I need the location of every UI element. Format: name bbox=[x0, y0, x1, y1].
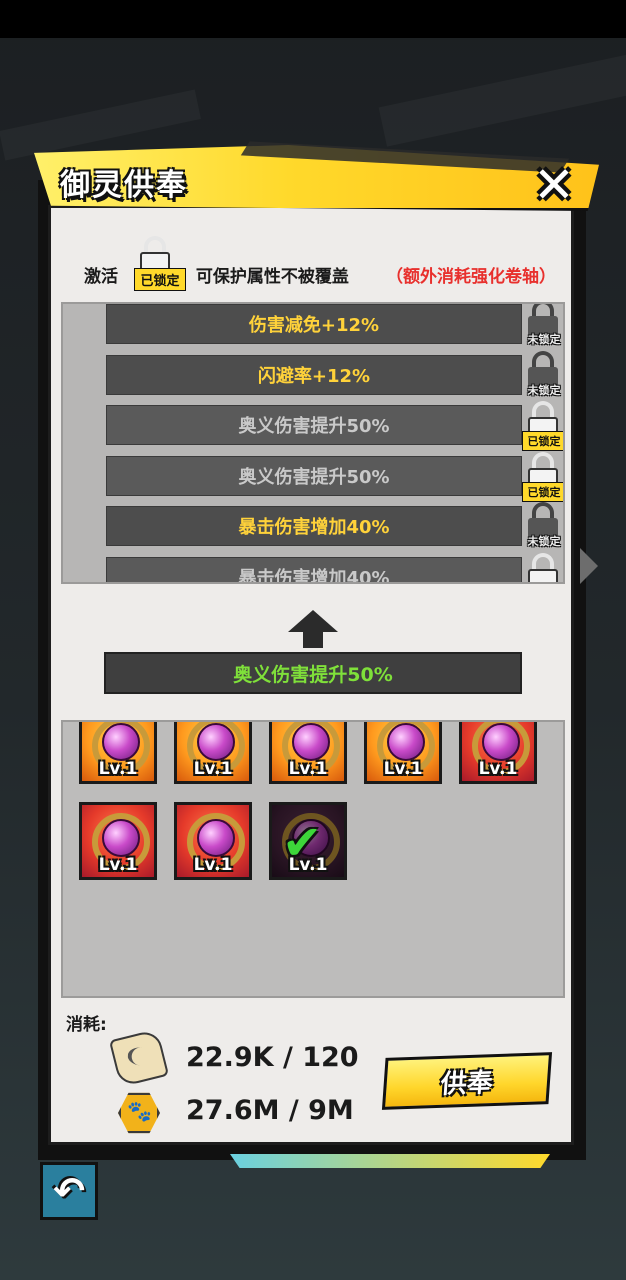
unlocked-lock-icon[interactable]: 未锁定 bbox=[522, 304, 563, 350]
offer-button-label: 供奉 bbox=[439, 1067, 494, 1100]
material-item[interactable]: Lv.1 bbox=[174, 802, 252, 880]
material-item[interactable]: Lv.1 bbox=[459, 722, 537, 784]
gold-cost: 27.6M / 9M bbox=[186, 1095, 354, 1126]
back-button[interactable]: ↶ bbox=[40, 1162, 98, 1220]
footer-stripe bbox=[230, 1154, 550, 1168]
locked-lock-icon[interactable]: 已锁定 bbox=[522, 552, 565, 585]
attribute-list[interactable]: 伤害减免+12% 未锁定 闪避率+12% 未锁定 奥义伤害提升50% 已锁定 奥义伤害提升5… bbox=[61, 302, 565, 584]
item-level: Lv.1 bbox=[288, 759, 328, 779]
attribute-row: 暴击伤害增加40% bbox=[106, 556, 522, 582]
attribute-row: 暴击伤害增加40% bbox=[106, 506, 522, 546]
lock-label: 已锁定 bbox=[522, 583, 565, 585]
offer-button[interactable]: 供奉 bbox=[381, 1052, 553, 1110]
material-item[interactable]: Lv.1 bbox=[269, 722, 347, 784]
locked-lock-icon[interactable]: 已锁定 bbox=[522, 451, 563, 502]
scroll-right-arrow-icon[interactable] bbox=[580, 548, 598, 584]
page-title: 御灵供奉 bbox=[60, 168, 188, 203]
material-item[interactable]: Lv.1 ✔ bbox=[269, 802, 347, 880]
up-arrow-icon bbox=[288, 610, 338, 648]
hint-lock-label: 已锁定 bbox=[134, 268, 186, 291]
paw-glyph-icon: 🐾 bbox=[127, 1099, 152, 1123]
cost-label: 消耗: bbox=[66, 1015, 107, 1035]
result-attribute: 奥义伤害提升50% bbox=[104, 652, 522, 694]
attribute-row: 奥义伤害提升50% bbox=[106, 405, 522, 445]
hint-prefix: 激活 bbox=[84, 267, 118, 287]
lock-label: 已锁定 bbox=[522, 431, 563, 451]
item-level: Lv.1 bbox=[478, 759, 518, 779]
attribute-row: 伤害减免+12% bbox=[106, 304, 522, 344]
attribute-row: 奥义伤害提升50% bbox=[106, 455, 522, 496]
unlocked-lock-icon[interactable]: 未锁定 bbox=[522, 350, 563, 401]
material-item[interactable]: Lv.1 bbox=[79, 802, 157, 880]
hint-middle: 可保护属性不被覆盖 bbox=[195, 267, 349, 287]
background-stripe bbox=[378, 53, 626, 147]
material-item[interactable]: Lv.1 bbox=[174, 722, 252, 784]
material-item[interactable]: Lv.1 bbox=[364, 722, 442, 784]
item-level: Lv.1 bbox=[98, 759, 138, 779]
unlocked-lock-icon[interactable]: 未锁定 bbox=[522, 502, 563, 552]
item-level: Lv.1 bbox=[193, 759, 233, 779]
spirit-orb-icon bbox=[197, 819, 235, 857]
back-arrow-icon: ↶ bbox=[53, 1169, 85, 1213]
close-button[interactable]: ✕ bbox=[528, 160, 580, 210]
spirit-orb-icon bbox=[482, 723, 520, 761]
status-bar bbox=[0, 0, 626, 38]
arrow-head bbox=[288, 610, 338, 632]
spirit-orb-icon bbox=[387, 723, 425, 761]
lock-hint: 激活 可保护属性不被覆盖 bbox=[84, 262, 349, 287]
attribute-row: 闪避率+12% bbox=[106, 354, 522, 395]
spirit-orb-icon bbox=[197, 723, 235, 761]
spirit-orb-icon bbox=[292, 723, 330, 761]
material-grid: Lv.1 Lv.1 Lv.1 Lv.1 Lv.1 Lv.1 Lv.1 Lv.1 ✔ bbox=[61, 720, 565, 998]
arrow-stem bbox=[303, 630, 323, 648]
lock-label: 未锁定 bbox=[527, 333, 561, 346]
checkmark-icon: ✔ bbox=[282, 815, 323, 871]
lock-label: 已锁定 bbox=[522, 481, 563, 502]
item-level: Lv.1 bbox=[383, 759, 423, 779]
item-level: Lv.1 bbox=[193, 855, 233, 875]
lock-label: 未锁定 bbox=[527, 535, 561, 548]
material-item[interactable]: Lv.1 bbox=[79, 722, 157, 784]
scroll-cost: 22.9K / 120 bbox=[186, 1042, 359, 1073]
spirit-orb-icon bbox=[102, 819, 140, 857]
hint-extra-cost: （额外消耗强化卷轴） bbox=[386, 267, 556, 287]
spirit-orb-icon bbox=[102, 723, 140, 761]
locked-lock-icon[interactable]: 已锁定 bbox=[522, 401, 563, 451]
item-level: Lv.1 bbox=[98, 855, 138, 875]
lock-label: 未锁定 bbox=[527, 383, 561, 397]
hint-lock-icon: 已锁定 bbox=[134, 236, 186, 291]
